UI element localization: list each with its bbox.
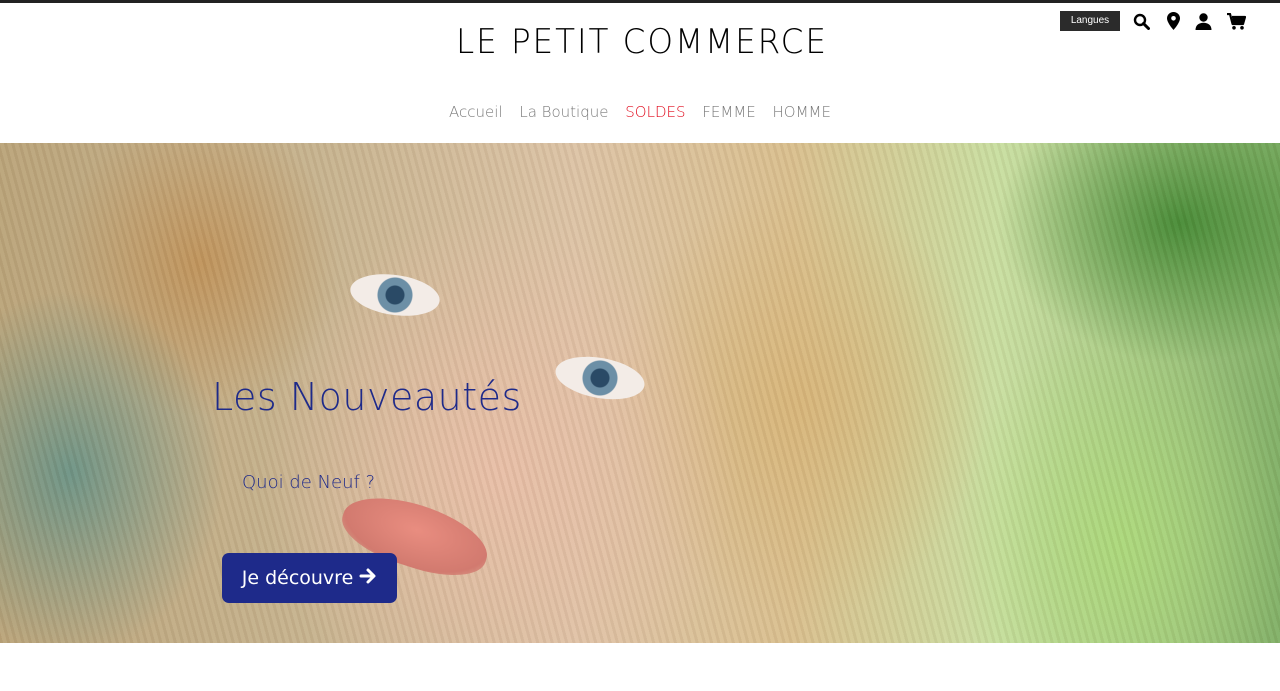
store-locator-button[interactable]	[1162, 10, 1184, 32]
user-icon	[1195, 12, 1212, 30]
cart-button[interactable]	[1225, 10, 1247, 32]
nav-item-soldes[interactable]: SOLDES	[625, 103, 685, 121]
languages-button[interactable]: Langues	[1060, 11, 1120, 31]
hero-background-image	[0, 143, 1280, 643]
hero-subtitle: Quoi de Neuf ?	[242, 472, 376, 493]
nav-item-homme[interactable]: HOMME	[773, 103, 831, 121]
hero-banner: Les Nouveautés Quoi de Neuf ? Je découvr…	[0, 143, 1280, 643]
search-icon	[1133, 13, 1150, 30]
discover-button[interactable]: Je découvre	[222, 553, 397, 603]
location-pin-icon	[1166, 12, 1180, 30]
site-logo[interactable]: LE PETIT COMMERCE	[456, 23, 826, 61]
discover-button-label: Je découvre	[241, 567, 354, 589]
main-nav: Accueil La Boutique SOLDES FEMME HOMME	[0, 103, 1280, 121]
search-button[interactable]	[1130, 10, 1152, 32]
cart-icon	[1226, 12, 1246, 30]
site-header: LE PETIT COMMERCE Langues Accueil La Bou…	[0, 3, 1280, 143]
arrow-right-icon	[359, 567, 377, 590]
nav-item-accueil[interactable]: Accueil	[449, 103, 503, 121]
hero-title: Les Nouveautés	[212, 375, 522, 419]
account-button[interactable]	[1192, 10, 1214, 32]
nav-item-boutique[interactable]: La Boutique	[519, 103, 608, 121]
nav-item-femme[interactable]: FEMME	[702, 103, 755, 121]
